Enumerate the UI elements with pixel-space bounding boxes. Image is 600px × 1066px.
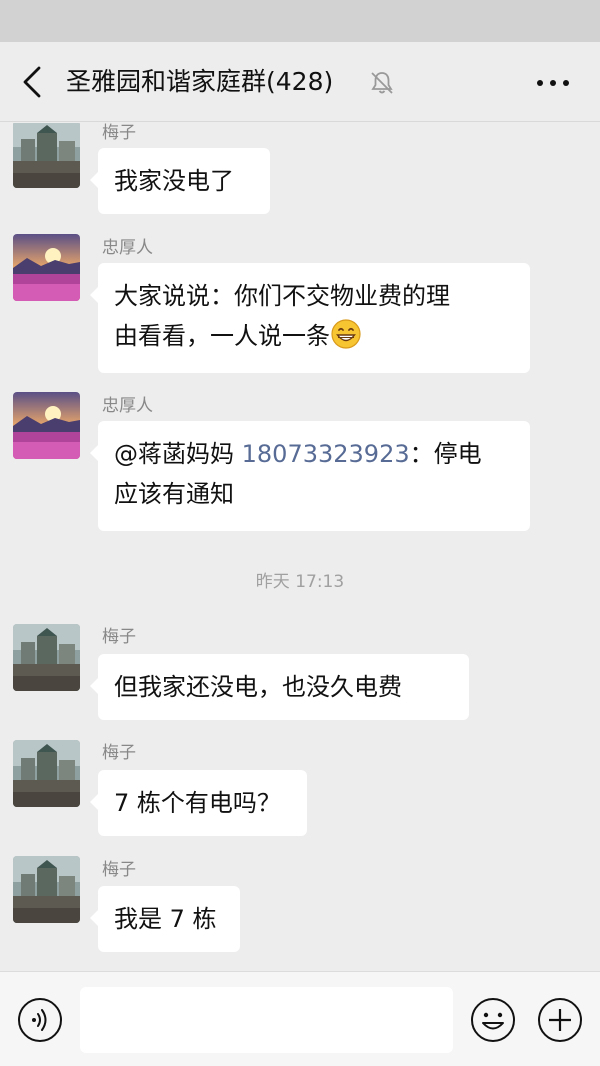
emoji-button[interactable] xyxy=(469,996,517,1044)
input-bar xyxy=(0,971,600,1066)
voice-icon xyxy=(18,998,62,1042)
mention-text: @蒋菡妈妈 xyxy=(114,440,242,468)
message-bubble[interactable]: 我家没电了 xyxy=(90,148,270,214)
avatar[interactable] xyxy=(13,123,80,188)
message-bubble[interactable]: 我是 7 栋 xyxy=(90,886,240,952)
chat-messages[interactable]: 梅子 我家没电了 忠厚人 大家说说：你们不交物业费的理 由看看，一人说一条 忠厚… xyxy=(0,123,600,971)
voice-button[interactable] xyxy=(16,996,64,1044)
message-text: 我家没电了 xyxy=(114,167,234,195)
message-text: 但我家还没电，也没久电费 xyxy=(114,673,402,701)
chat-title: 圣雅园和谐家庭群(428) xyxy=(66,67,334,96)
message-bubble[interactable]: 7 栋个有电吗？ xyxy=(90,770,307,836)
avatar[interactable] xyxy=(13,856,80,923)
avatar[interactable] xyxy=(13,740,80,807)
more-button[interactable] xyxy=(530,68,578,98)
more-dots-icon xyxy=(537,80,569,86)
sender-name: 忠厚人 xyxy=(102,238,153,258)
message-text: 7 栋个有电吗？ xyxy=(114,789,281,817)
avatar[interactable] xyxy=(13,234,80,301)
sender-name: 梅子 xyxy=(102,123,136,143)
message-bubble[interactable]: 大家说说：你们不交物业费的理 由看看，一人说一条 xyxy=(90,263,530,373)
message-text: 大家说说：你们不交物业费的理 xyxy=(114,282,450,310)
sender-name: 梅子 xyxy=(102,860,136,880)
avatar[interactable] xyxy=(13,392,80,459)
message-bubble[interactable]: 但我家还没电，也没久电费 xyxy=(90,654,469,720)
plus-icon xyxy=(538,998,582,1042)
message-input[interactable] xyxy=(80,987,453,1053)
phone-number-link[interactable]: 18073323923 xyxy=(242,440,410,468)
back-button[interactable] xyxy=(14,62,54,102)
sender-name: 梅子 xyxy=(102,627,136,647)
message-text: 我是 7 栋 xyxy=(114,905,217,933)
message-text: 由看看，一人说一条 xyxy=(114,322,330,350)
sender-name: 梅子 xyxy=(102,743,136,763)
plus-button[interactable] xyxy=(536,996,584,1044)
message-text: 应该有通知 xyxy=(114,480,234,508)
chat-header: 圣雅园和谐家庭群(428) xyxy=(0,42,600,122)
avatar[interactable] xyxy=(13,624,80,691)
chevron-left-icon xyxy=(23,66,41,98)
message-bubble[interactable]: @蒋菡妈妈 18073323923：停电 应该有通知 xyxy=(90,421,530,531)
status-bar xyxy=(0,0,600,42)
timestamp: 昨天 17:13 xyxy=(255,572,345,592)
grinning-face-icon xyxy=(331,319,361,349)
bell-muted-icon xyxy=(371,72,393,94)
sender-name: 忠厚人 xyxy=(102,396,153,416)
message-text: ：停电 xyxy=(409,440,482,468)
emoji-icon xyxy=(471,998,515,1042)
